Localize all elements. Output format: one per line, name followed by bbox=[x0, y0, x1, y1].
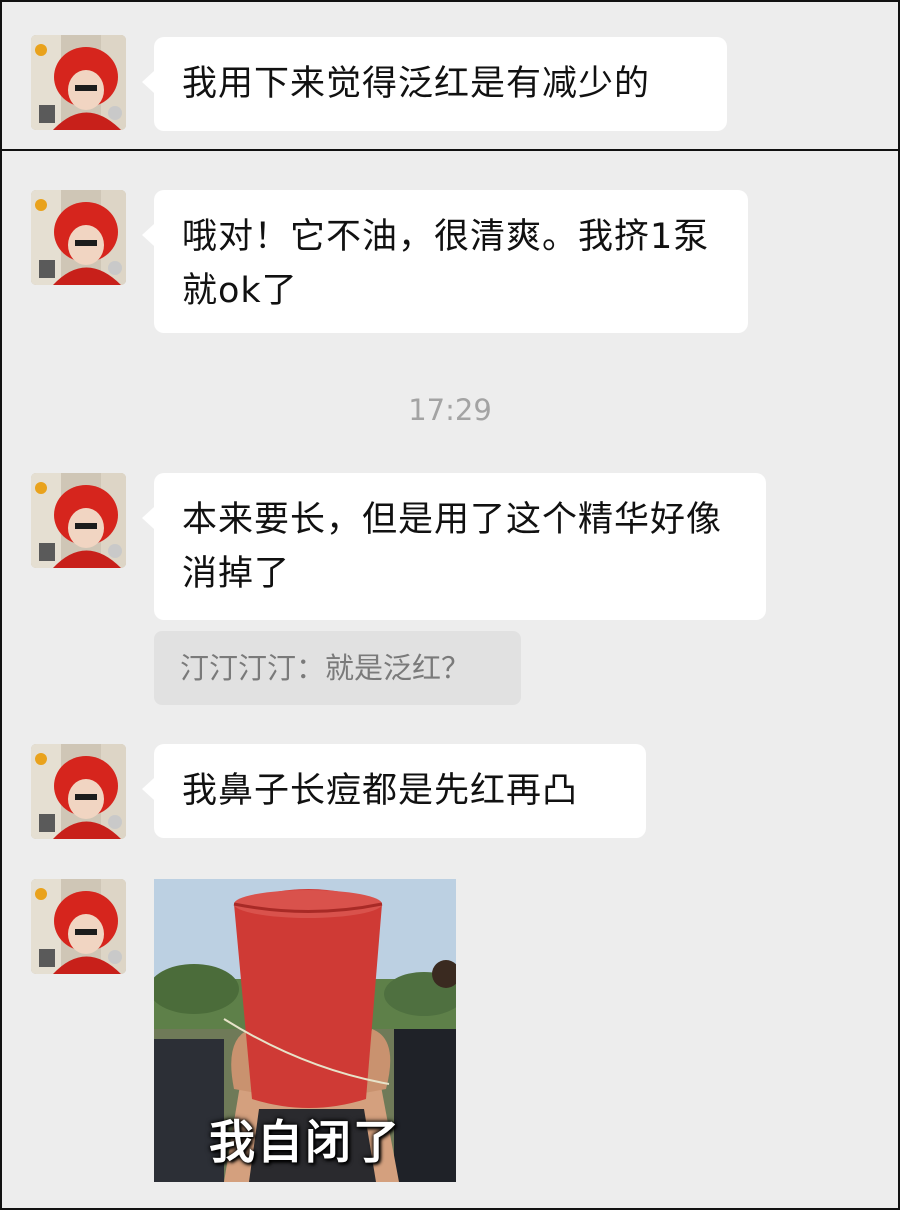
chat-panel-bottom: 哦对！它不油，很清爽。我挤1泵就ok了 17:29 本来要长，但是用了这个精华好… bbox=[0, 149, 900, 1210]
message-bubble[interactable]: 哦对！它不油，很清爽。我挤1泵就ok了 bbox=[142, 190, 748, 333]
avatar-image bbox=[31, 473, 126, 568]
message-text: 本来要长，但是用了这个精华好像消掉了 bbox=[182, 500, 723, 594]
message-text: 我鼻子长痘都是先红再凸 bbox=[182, 771, 579, 811]
avatar-image bbox=[31, 879, 126, 974]
message-timestamp: 17:29 bbox=[408, 393, 492, 427]
avatar[interactable] bbox=[31, 35, 126, 130]
message-text: 哦对！它不油，很清爽。我挤1泵就ok了 bbox=[182, 217, 710, 311]
chat-panel-top: 我用下来觉得泛红是有减少的 bbox=[0, 0, 900, 151]
sticker-image[interactable]: 我自闭了 bbox=[154, 879, 456, 1182]
avatar[interactable] bbox=[31, 473, 126, 568]
avatar-image bbox=[31, 190, 126, 285]
avatar[interactable] bbox=[31, 190, 126, 285]
quoted-reply-text: 汀汀汀汀：就是泛红？ bbox=[180, 651, 471, 685]
sticker-caption: 我自闭了 bbox=[209, 1115, 401, 1169]
message-bubble[interactable]: 我鼻子长痘都是先红再凸 bbox=[142, 744, 646, 838]
message-bubble[interactable]: 本来要长，但是用了这个精华好像消掉了 bbox=[142, 473, 766, 620]
quoted-reply[interactable]: 汀汀汀汀：就是泛红？ bbox=[154, 631, 521, 705]
avatar-image bbox=[31, 35, 126, 130]
message-text: 我用下来觉得泛红是有减少的 bbox=[182, 64, 651, 104]
avatar[interactable] bbox=[31, 744, 126, 839]
message-bubble[interactable]: 我用下来觉得泛红是有减少的 bbox=[142, 37, 727, 131]
avatar-image bbox=[31, 744, 126, 839]
avatar[interactable] bbox=[31, 879, 126, 974]
